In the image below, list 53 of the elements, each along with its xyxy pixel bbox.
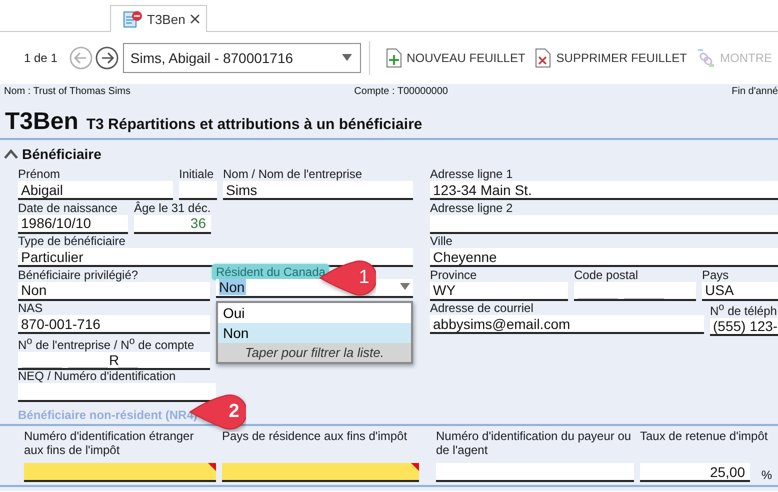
field-label: Numéro d'identification du payeur ou de l'agent — [436, 429, 632, 458]
unit-label: % — [761, 468, 772, 482]
form-title: T3 Répartitions et attributions à un bénéficiaire — [86, 116, 422, 133]
input-field[interactable]: USA — [702, 282, 778, 301]
field-label: Âge le 31 déc. — [134, 200, 211, 215]
input-field[interactable]: R — [18, 352, 210, 370]
input-field[interactable]: abbysims@email.com — [430, 315, 704, 334]
input-field[interactable]: WY — [430, 282, 568, 301]
field-label: N$^{o}$ de téléph — [710, 301, 777, 318]
input-field[interactable]: (555) 123- — [710, 318, 778, 336]
field-label: Nom / Nom de l'entreprise — [223, 167, 362, 181]
dropdown-option[interactable]: Oui — [218, 302, 411, 323]
field-label: Date de naissance — [18, 200, 118, 215]
input-field[interactable]: Non — [18, 282, 210, 301]
toolbar-button[interactable]: SUPPRIMER FEUILLET — [531, 48, 691, 68]
record-dropdown[interactable]: Sims, Abigail - 870001716 — [123, 43, 361, 73]
field-label: Adresse ligne 2 — [430, 200, 513, 215]
form-info-text: Nom : Trust of Thomas Sims — [4, 86, 131, 99]
input-field[interactable]: 25,00 — [640, 463, 750, 482]
section-title: Bénéficiaire — [22, 146, 102, 162]
field-label: Prénom — [18, 167, 60, 181]
field-label: Pays — [702, 268, 729, 282]
form-info-text: Fin d'anné — [732, 86, 778, 99]
document-tab[interactable]: T3Ben — [110, 5, 207, 32]
input-field[interactable]: Abigail — [18, 181, 173, 200]
field-label: Adresse de courriel — [430, 301, 534, 316]
field-label: Code postal — [574, 268, 638, 282]
input-field[interactable]: 870-001-716 — [18, 315, 210, 334]
field-label: Résident du Canada — [212, 264, 330, 280]
input-field[interactable]: 36 — [134, 214, 211, 234]
form-code: T3Ben — [5, 108, 78, 136]
filter-hint: Taper pour filtrer la liste. — [218, 342, 411, 362]
field-label: Numéro d'identification étranger aux fins de l'impôt — [24, 429, 195, 458]
field-label: NEQ / Numéro d'identification — [18, 368, 176, 383]
field-label: Province — [430, 268, 477, 282]
field-label: Taux de retenue d'impôt — [640, 429, 768, 444]
field-label: Type de bénéficiaire — [18, 234, 126, 248]
input-field[interactable]: Cheyenne — [430, 248, 778, 268]
field-label: Adresse ligne 1 — [430, 167, 513, 181]
field-label: Bénéficiaire privilégié? — [18, 268, 138, 282]
field-label: NAS — [18, 301, 43, 316]
field-label: N$^{o}$ de l'entreprise / N$^{o}$ de compte — [18, 334, 194, 352]
input-field[interactable]: 1986/10/10 — [18, 214, 128, 234]
page-counter: 1 de 1 — [24, 51, 58, 65]
field-label: Ville — [430, 234, 452, 248]
dropdown-option[interactable]: Non — [218, 322, 411, 343]
field-label: Pays de résidence aux fins d'impôt — [222, 429, 408, 444]
form-info-text: Compte : T00000000 — [354, 86, 448, 99]
toolbar-button[interactable]: NOUVEAU FEUILLET — [382, 48, 530, 68]
input-field[interactable]: Sims — [223, 181, 413, 200]
input-field[interactable]: Particulier — [18, 248, 413, 268]
input-field[interactable]: 123-34 Main St. — [430, 181, 778, 200]
field-label: Initiale — [179, 167, 214, 181]
